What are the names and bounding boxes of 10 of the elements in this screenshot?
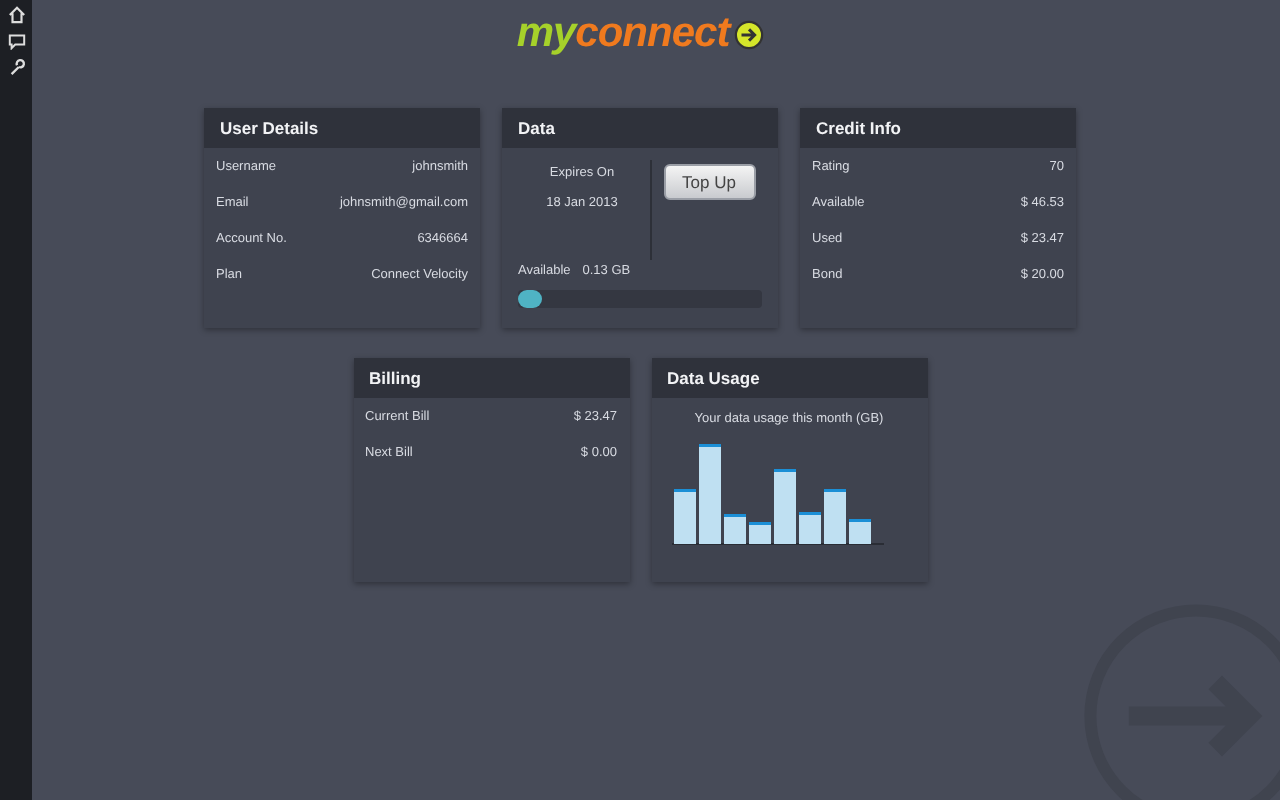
card-title: Data <box>502 108 778 148</box>
logo: myconnect <box>516 10 764 58</box>
card-title: Credit Info <box>800 108 1076 148</box>
card-title: Billing <box>353 358 629 398</box>
chat-icon[interactable] <box>7 32 25 50</box>
wrench-icon[interactable] <box>7 58 25 76</box>
top-up-button[interactable]: Top Up <box>663 164 755 200</box>
home-icon[interactable] <box>7 6 25 24</box>
card-title: Data Usage <box>651 358 927 398</box>
card-title: User Details <box>204 108 480 148</box>
